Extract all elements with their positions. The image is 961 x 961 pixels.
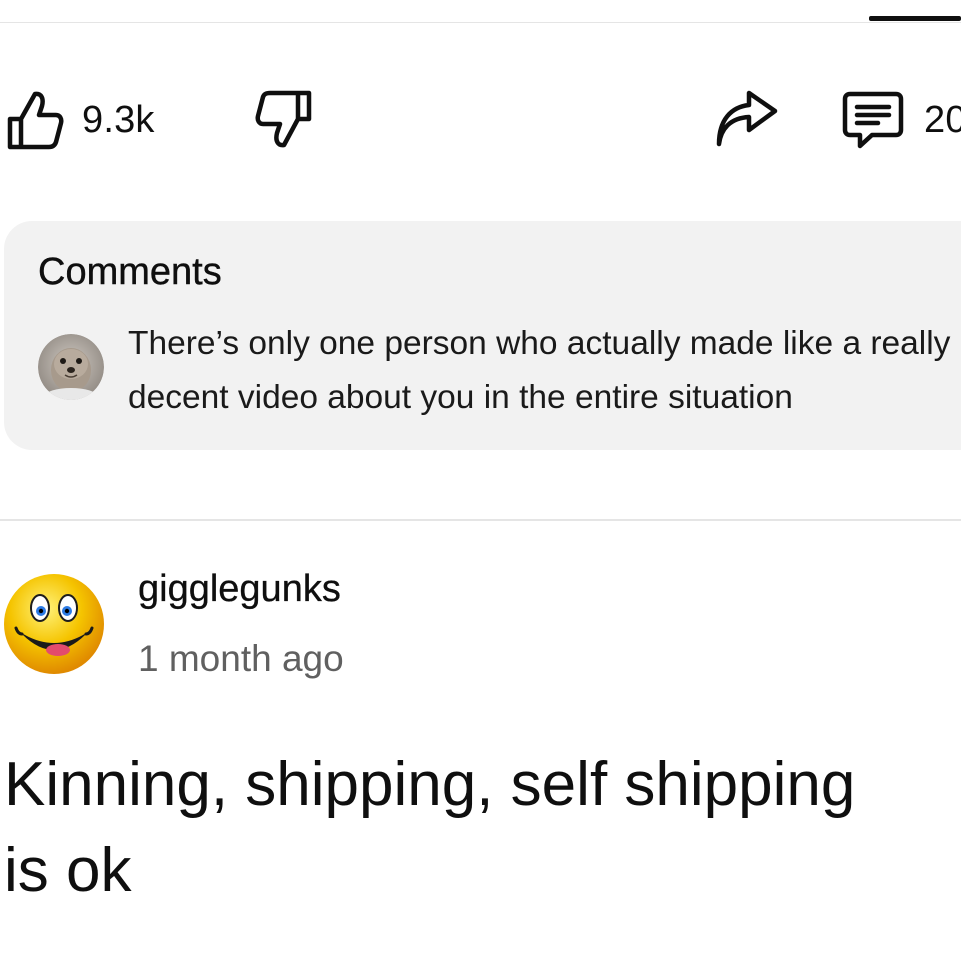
section-divider: [0, 519, 961, 521]
comment-preview-text: There’s only one person who actually mad…: [128, 325, 951, 416]
thumbs-down-icon: [252, 89, 314, 151]
top-progress-strip: [869, 16, 961, 21]
comment-body: Kinning, shipping, self shipping is ok: [4, 742, 961, 914]
comment-timestamp: 1 month ago: [138, 638, 344, 679]
comment-body-line: is ok: [4, 836, 132, 905]
seal-avatar: [38, 334, 104, 400]
share-button[interactable]: [713, 80, 779, 160]
action-bar: 9.3k 20: [0, 80, 961, 160]
comments-count-button[interactable]: 20: [840, 80, 961, 160]
comment-body-line: Kinning, shipping, self shipping: [4, 750, 856, 819]
comment-author[interactable]: gigglegunks: [138, 568, 341, 611]
comment-count: 20: [924, 98, 961, 141]
share-icon: [713, 90, 779, 150]
comments-teaser-card[interactable]: Comments There’s only one person who act…: [4, 221, 961, 450]
dislike-button[interactable]: [252, 80, 314, 160]
smiley-face-avatar[interactable]: [2, 572, 106, 676]
comment-icon: [840, 88, 906, 152]
like-count: 9.3k: [82, 98, 155, 141]
thumbs-up-icon: [6, 89, 64, 151]
top-divider: [0, 22, 961, 23]
comments-title: Comments: [38, 251, 222, 293]
like-button[interactable]: 9.3k: [6, 80, 155, 160]
